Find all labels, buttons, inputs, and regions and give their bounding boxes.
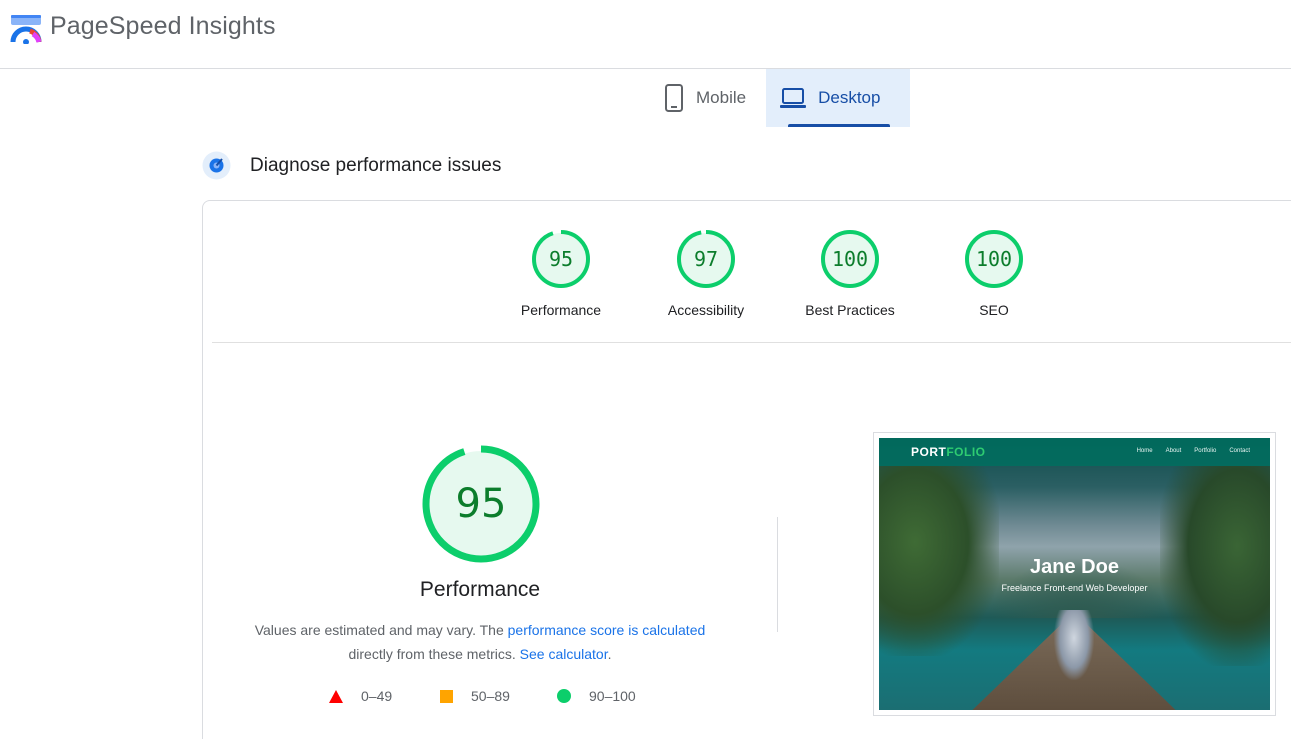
diagnose-icon <box>202 151 231 180</box>
screenshot-nav-item: Contact <box>1229 448 1250 454</box>
desc-text: . <box>607 646 612 662</box>
tab-mobile[interactable]: Mobile <box>650 69 766 127</box>
phone-icon <box>665 84 683 112</box>
score-value: 100 <box>975 247 1013 271</box>
vertical-divider <box>777 517 778 632</box>
circle-icon <box>557 689 571 703</box>
screenshot-navbar: PORTFOLIO Home About Portfolio Contact <box>879 438 1270 466</box>
score-value: 95 <box>548 247 574 271</box>
section-title: Diagnose performance issues <box>250 155 502 176</box>
performance-description: Values are estimated and may vary. The p… <box>240 618 720 666</box>
score-value: 100 <box>831 247 869 271</box>
screenshot-subheading: Freelance Front-end Web Developer <box>1001 583 1148 593</box>
tab-desktop[interactable]: Desktop <box>766 69 911 127</box>
desc-text: directly from these metrics. <box>348 646 520 662</box>
performance-gauge: 95 <box>422 445 540 563</box>
desc-text: Values are estimated and may vary. The <box>254 622 508 638</box>
legend-pass: 90–100 <box>557 688 636 704</box>
legend-fail: 0–49 <box>329 688 392 704</box>
legend-range: 0–49 <box>361 688 393 704</box>
score-label: SEO <box>979 302 1009 318</box>
legend-range: 50–89 <box>471 688 510 704</box>
see-calculator-link[interactable]: See calculator <box>520 646 608 662</box>
score-gauge-accessibility[interactable]: 97 Accessibility <box>656 229 756 318</box>
screenshot-person <box>1054 610 1094 680</box>
screenshot-brand: PORTFOLIO <box>911 445 986 459</box>
legend-range: 90–100 <box>589 688 636 704</box>
legend-average: 50–89 <box>440 688 510 704</box>
page-screenshot[interactable]: PORTFOLIO Home About Portfolio Contact J… <box>873 432 1276 716</box>
performance-title: Performance <box>419 578 541 601</box>
score-gauge-performance[interactable]: 95 Performance <box>511 229 611 318</box>
score-label: Best Practices <box>805 302 895 318</box>
app-header: PageSpeed Insights <box>0 0 1291 69</box>
divider <box>212 342 1291 343</box>
score-value: 97 <box>693 247 719 271</box>
device-tabs: Mobile Desktop <box>650 69 911 127</box>
score-gauge-best-practices[interactable]: 100 Best Practices <box>800 229 900 318</box>
screenshot-nav-item: Home <box>1136 448 1153 454</box>
score-label: Accessibility <box>667 302 745 318</box>
brand-part-a: PORT <box>911 445 947 459</box>
performance-score-link[interactable]: performance score is calculated <box>508 622 706 638</box>
screenshot-nav-item: About <box>1165 448 1182 454</box>
app-title: PageSpeed Insights <box>50 12 276 40</box>
pagespeed-logo-icon <box>10 15 42 44</box>
screenshot-nav: Home About Portfolio Contact <box>1137 448 1250 454</box>
performance-score: 95 <box>455 481 507 527</box>
screenshot-heading: Jane Doe <box>1030 556 1119 578</box>
square-icon <box>440 689 453 703</box>
tab-mobile-label: Mobile <box>696 88 747 107</box>
laptop-icon <box>780 88 807 108</box>
score-gauge-seo[interactable]: 100 SEO <box>944 229 1044 318</box>
final-screenshot-image: PORTFOLIO Home About Portfolio Contact J… <box>879 438 1270 710</box>
score-label: Performance <box>520 302 602 318</box>
tab-desktop-label: Desktop <box>818 88 881 107</box>
screenshot-nav-item: Portfolio <box>1194 448 1217 454</box>
brand-part-b: FOLIO <box>946 445 986 459</box>
triangle-icon <box>329 689 343 703</box>
